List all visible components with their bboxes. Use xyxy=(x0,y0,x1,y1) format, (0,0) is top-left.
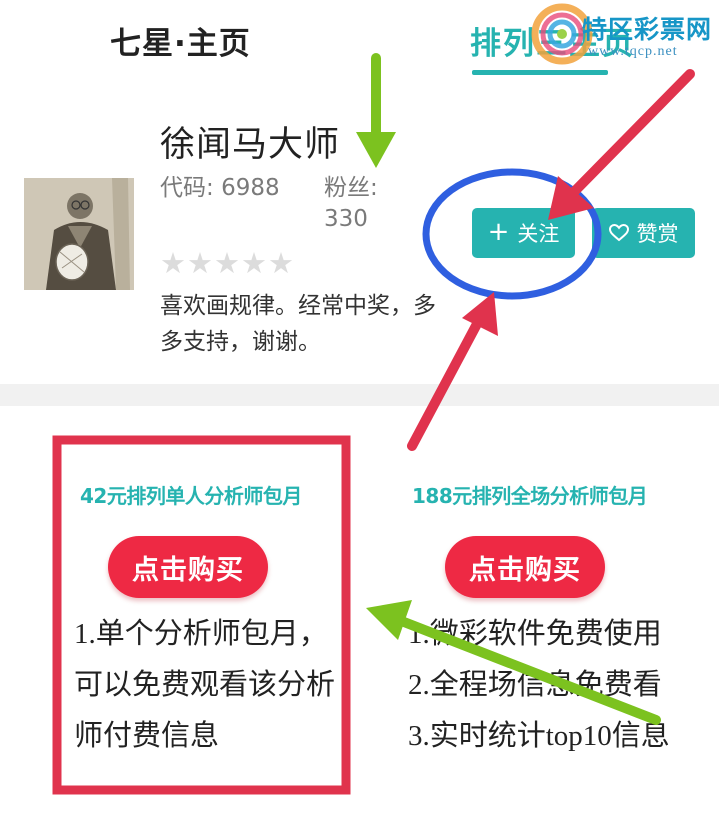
reward-label: 赞赏 xyxy=(636,222,679,246)
plus-icon: + xyxy=(487,216,510,247)
feature-line: 3.实时统计top10信息 xyxy=(408,720,670,752)
plan-single-title: 42元排列单人分析师包月 xyxy=(80,484,302,508)
code-label: 代码: xyxy=(160,175,214,201)
tab-home[interactable]: 七星·主页 xyxy=(110,18,251,63)
avatar-photo-icon xyxy=(24,178,134,290)
feature-line: 师付费信息 xyxy=(74,720,220,752)
code-value: 6988 xyxy=(221,175,280,201)
top-tab-bar: 七星·主页 排列三主页 特区彩票网 www.tqcp.net xyxy=(0,0,719,78)
analyst-name: 徐闻马大师 xyxy=(160,125,341,165)
analyst-profile: 徐闻马大师 代码: 6988 粉丝: 330 ★★★★★ 喜欢画规律。经常中奖，… xyxy=(0,78,719,386)
plan-single-features: 1.单个分析师包月， 可以免费观看该分析 师付费信息 xyxy=(74,609,335,762)
active-tab-indicator xyxy=(472,70,608,75)
section-divider xyxy=(0,384,719,406)
feature-line: 2.全程场信息免费看 xyxy=(408,669,662,701)
plan-all-buy-button[interactable]: 点击购买 xyxy=(445,536,605,598)
fans-label: 粉丝: xyxy=(324,175,378,201)
avatar[interactable] xyxy=(24,178,134,290)
heart-icon xyxy=(608,224,629,242)
plan-all-title: 188元排列全场分析师包月 xyxy=(412,484,648,508)
watermark-title: 特区彩票网 xyxy=(582,15,713,44)
feature-line: 1.单个分析师包月， xyxy=(74,618,328,650)
analyst-bio: 喜欢画规律。经常中奖，多多支持，谢谢。 xyxy=(160,293,436,355)
plan-single-buy-button[interactable]: 点击购买 xyxy=(108,536,268,598)
follow-button[interactable]: + 关注 xyxy=(472,208,575,258)
analyst-code: 代码: 6988 xyxy=(160,173,280,204)
feature-line: 可以免费观看该分析 xyxy=(74,669,336,701)
reward-button[interactable]: 赞赏 xyxy=(592,208,695,258)
rating-stars: ★★★★★ xyxy=(160,246,295,280)
fans-value: 330 xyxy=(324,206,368,232)
fans-count: 粉丝: 330 xyxy=(324,173,414,235)
follow-label: 关注 xyxy=(517,222,560,246)
plan-all-features: 1.微彩软件免费使用 2.全程场信息免费看 3.实时统计top10信息 xyxy=(408,609,670,762)
watermark-url: www.tqcp.net xyxy=(588,44,678,59)
feature-line: 1.微彩软件免费使用 xyxy=(408,618,662,650)
